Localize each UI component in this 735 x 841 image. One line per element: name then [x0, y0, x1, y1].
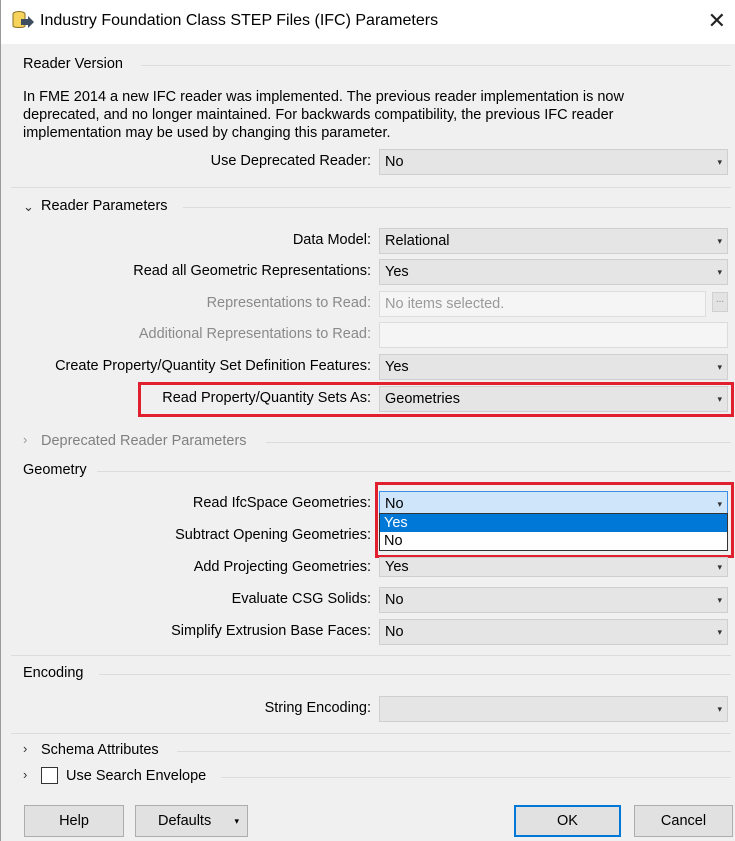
- read-ifcspace-geometries-label: Read IfcSpace Geometries:: [192, 495, 371, 511]
- reader-parameters-heading[interactable]: Reader Parameters: [41, 198, 168, 214]
- combo-value: Yes: [385, 359, 409, 375]
- combo-value: No: [385, 624, 404, 640]
- highlight-box: [138, 382, 734, 417]
- chevron-down-icon: ▾: [717, 362, 722, 372]
- schema-attributes-heading[interactable]: Schema Attributes: [41, 742, 159, 758]
- create-pset-features-select[interactable]: Yes ▾: [379, 354, 728, 380]
- add-projecting-geometries-select[interactable]: Yes ▾: [379, 557, 728, 577]
- read-all-geometric-representations-select[interactable]: Yes ▾: [379, 259, 728, 285]
- combo-value: Yes: [385, 559, 409, 575]
- geometry-heading: Geometry: [23, 462, 87, 478]
- help-button[interactable]: Help: [24, 805, 124, 837]
- group-divider: [141, 65, 731, 66]
- representations-to-read-field[interactable]: No items selected.: [379, 291, 706, 317]
- data-model-select[interactable]: Relational ▾: [379, 228, 728, 254]
- group-divider: [183, 207, 731, 208]
- chevron-right-icon[interactable]: ›: [23, 767, 27, 782]
- simplify-extrusion-select[interactable]: No ▾: [379, 619, 728, 645]
- read-all-geometric-representations-label: Read all Geometric Representations:: [133, 263, 371, 279]
- chevron-down-icon: ▾: [717, 704, 722, 714]
- window-title: Industry Foundation Class STEP Files (IF…: [40, 12, 439, 29]
- combo-value: Relational: [385, 233, 450, 249]
- combo-value: No: [385, 154, 404, 170]
- chevron-down-icon: ▾: [234, 816, 239, 826]
- field-placeholder: No items selected.: [385, 296, 505, 312]
- group-divider: [177, 751, 731, 752]
- add-projecting-geometries-label: Add Projecting Geometries:: [193, 559, 371, 575]
- chevron-down-icon: ▾: [717, 236, 722, 246]
- defaults-button[interactable]: Defaults ▾: [135, 805, 248, 837]
- data-model-label: Data Model:: [292, 232, 371, 248]
- chevron-down-icon: ▾: [717, 595, 722, 605]
- additional-representations-label: Additional Representations to Read:: [138, 326, 371, 342]
- deprecated-parameters-heading[interactable]: Deprecated Reader Parameters: [41, 433, 247, 449]
- group-divider: [99, 674, 731, 675]
- cancel-button[interactable]: Cancel: [634, 805, 733, 837]
- chevron-down-icon[interactable]: ⌄: [23, 199, 34, 215]
- chevron-down-icon: ▾: [717, 627, 722, 637]
- use-deprecated-reader-select[interactable]: No ▾: [379, 149, 728, 175]
- combo-value: Yes: [385, 264, 409, 280]
- simplify-extrusion-label: Simplify Extrusion Base Faces:: [171, 623, 371, 639]
- string-encoding-select[interactable]: ▾: [379, 696, 728, 722]
- additional-representations-field[interactable]: [379, 322, 728, 348]
- representations-browse-button[interactable]: ...: [712, 292, 728, 312]
- highlight-box: [375, 482, 734, 558]
- group-divider: [11, 187, 731, 188]
- group-divider: [221, 777, 731, 778]
- group-divider: [266, 442, 731, 443]
- title-bar: Industry Foundation Class STEP Files (IF…: [1, 0, 735, 44]
- defaults-button-label: Defaults: [158, 813, 212, 829]
- use-search-envelope-checkbox[interactable]: [41, 767, 58, 784]
- use-deprecated-reader-label: Use Deprecated Reader:: [210, 153, 371, 169]
- subtract-opening-geometries-label: Subtract Opening Geometries:: [175, 527, 371, 543]
- chevron-right-icon[interactable]: ›: [23, 432, 27, 447]
- chevron-right-icon[interactable]: ›: [23, 741, 27, 756]
- ifc-parameters-dialog: Industry Foundation Class STEP Files (IF…: [0, 0, 735, 841]
- encoding-heading: Encoding: [23, 665, 84, 681]
- string-encoding-label: String Encoding:: [264, 700, 371, 716]
- evaluate-csg-solids-select[interactable]: No ▾: [379, 587, 728, 613]
- reader-version-description: In FME 2014 a new IFC reader was impleme…: [23, 89, 624, 141]
- chevron-down-icon: ▾: [717, 562, 722, 572]
- use-search-envelope-label[interactable]: Use Search Envelope: [66, 768, 206, 784]
- evaluate-csg-solids-label: Evaluate CSG Solids:: [231, 591, 371, 607]
- close-icon[interactable]: ✕: [708, 8, 726, 34]
- chevron-down-icon: ▾: [717, 157, 722, 167]
- group-divider: [11, 733, 731, 734]
- combo-value: No: [385, 592, 404, 608]
- reader-version-heading: Reader Version: [23, 56, 123, 72]
- reader-icon: [12, 11, 34, 28]
- create-pset-features-label: Create Property/Quantity Set Definition …: [55, 358, 371, 374]
- ok-button[interactable]: OK: [514, 805, 621, 837]
- group-divider: [97, 471, 731, 472]
- chevron-down-icon: ▾: [717, 267, 722, 277]
- representations-to-read-label: Representations to Read:: [206, 295, 371, 311]
- group-divider: [11, 655, 731, 656]
